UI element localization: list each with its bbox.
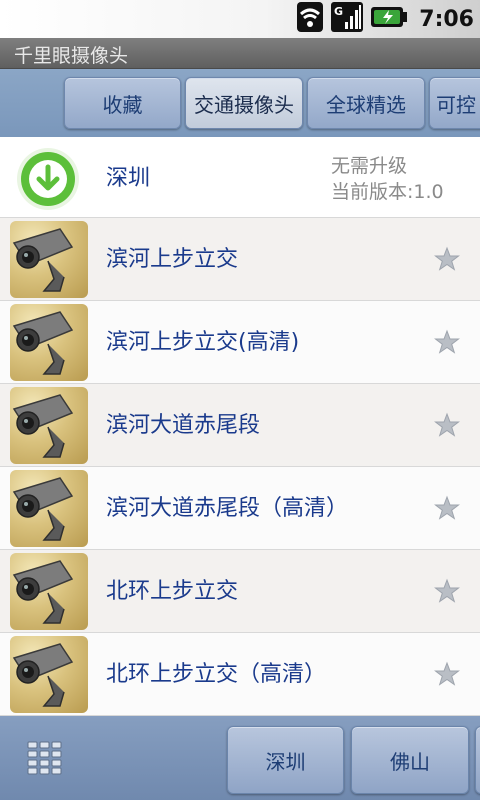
camera-name: 滨河上步立交: [106, 247, 239, 272]
city-tab-more[interactable]: [475, 726, 480, 794]
grid-menu-icon[interactable]: [27, 741, 63, 779]
list-item[interactable]: 滨河大道赤尾段: [0, 384, 480, 467]
upgrade-status: 无需升级: [331, 155, 408, 177]
camera-name: 北环上步立交: [106, 579, 239, 604]
bottom-city-bar: 深圳 佛山: [0, 716, 480, 800]
city-tab-shenzhen[interactable]: 深圳: [227, 726, 344, 794]
city-tab-foshan[interactable]: 佛山: [351, 726, 469, 794]
list-item[interactable]: 滨河大道赤尾段（高清）: [0, 467, 480, 550]
version-info: 无需升级 当前版本:1.0: [331, 153, 444, 205]
favorite-star-icon[interactable]: [434, 661, 460, 687]
wifi-icon: [297, 2, 324, 36]
list-item[interactable]: 北环上步立交: [0, 550, 480, 633]
download-icon[interactable]: [16, 147, 80, 211]
camera-thumbnail-icon: [10, 636, 88, 713]
tab-favorites[interactable]: 收藏: [64, 77, 181, 129]
camera-thumbnail-icon: [10, 221, 88, 298]
signal-icon: G: [331, 2, 364, 36]
list-item[interactable]: 滨河上步立交(高清): [0, 301, 480, 384]
current-version: 当前版本:1.0: [331, 181, 444, 203]
favorite-star-icon[interactable]: [434, 246, 460, 272]
camera-thumbnail-icon: [10, 387, 88, 464]
app-title: 千里眼摄像头: [14, 45, 129, 67]
region-header-row[interactable]: 深圳 无需升级 当前版本:1.0: [0, 137, 480, 218]
svg-text:G: G: [334, 5, 343, 18]
favorite-star-icon[interactable]: [434, 495, 460, 521]
camera-name: 滨河大道赤尾段（高清）: [106, 496, 349, 521]
list-item[interactable]: 北环上步立交（高清）: [0, 633, 480, 716]
camera-name: 滨河上步立交(高清): [106, 330, 300, 355]
battery-icon: [371, 4, 408, 34]
favorite-star-icon[interactable]: [434, 578, 460, 604]
status-bar: G 7:06: [0, 0, 480, 38]
app-title-bar: 千里眼摄像头: [0, 38, 480, 69]
camera-thumbnail-icon: [10, 553, 88, 630]
camera-thumbnail-icon: [10, 470, 88, 547]
tab-global-picks[interactable]: 全球精选: [307, 77, 425, 129]
list-item[interactable]: 滨河上步立交: [0, 218, 480, 301]
camera-list: 深圳 无需升级 当前版本:1.0 滨河上步立交 滨河上步立交(高清) 滨河大道赤…: [0, 137, 480, 716]
camera-name: 北环上步立交（高清）: [106, 662, 327, 687]
status-time: 7:06: [419, 6, 474, 32]
camera-name: 滨河大道赤尾段: [106, 413, 261, 438]
top-tab-strip: 收藏 交通摄像头 全球精选 可控: [0, 69, 480, 137]
tab-controllable[interactable]: 可控: [429, 77, 480, 129]
favorite-star-icon[interactable]: [434, 412, 460, 438]
favorite-star-icon[interactable]: [434, 329, 460, 355]
camera-thumbnail-icon: [10, 304, 88, 381]
tab-traffic-cameras[interactable]: 交通摄像头: [185, 77, 303, 129]
region-name: 深圳: [106, 166, 151, 191]
